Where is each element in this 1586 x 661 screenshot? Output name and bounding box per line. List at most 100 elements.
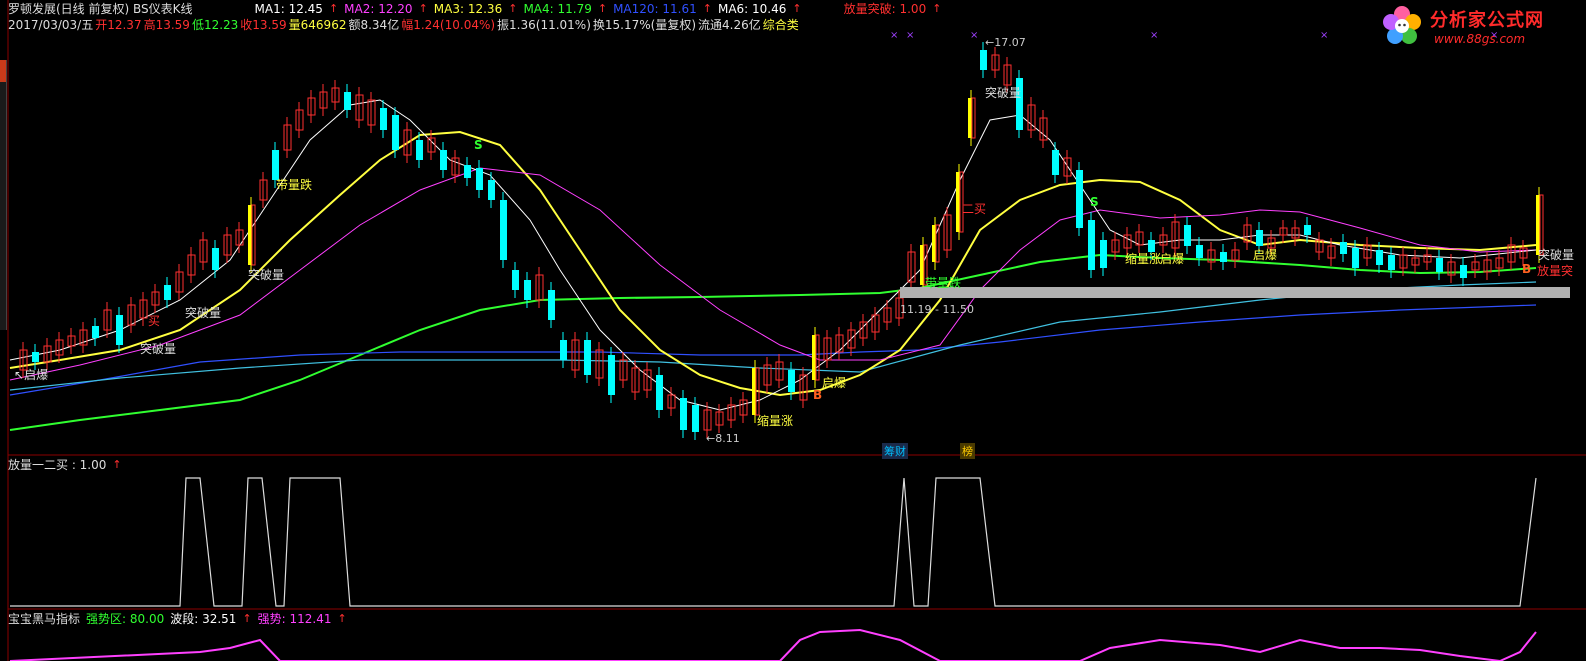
candle-body — [788, 370, 795, 392]
panel3-strong-line — [9, 628, 1537, 661]
up-arrow-icon: ↑ — [597, 2, 608, 15]
label-b-2: B — [1522, 262, 1532, 276]
ma2-line — [9, 167, 1537, 381]
candle-body — [1100, 240, 1107, 268]
ma1-line — [9, 99, 1537, 411]
quote-bar: 2017/03/03/五 开12.37 高13.59 低12.23 收13.59… — [8, 18, 799, 32]
chart-header: 罗顿发展(日线 前复权) BS仪表K线 MA1: 12.45 ↑ MA2: 12.… — [8, 2, 941, 16]
candle-body — [971, 97, 976, 139]
high-price-marker: ←17.07 — [985, 36, 1026, 49]
label-mai-2: 二买 — [962, 202, 987, 216]
label-b-1: B — [813, 388, 823, 402]
quote-high: 高13.59 — [143, 18, 190, 32]
low-price-marker: ←8.11 — [706, 432, 740, 445]
candle-body — [584, 340, 591, 375]
ma1-label: MA1: 12.45 — [254, 2, 323, 16]
up-arrow-icon: ↑ — [328, 2, 339, 15]
candle-body — [392, 115, 399, 150]
kline-chart-canvas: × × × × × × — [7, 0, 1586, 661]
candle-body — [1376, 250, 1383, 265]
candle-body — [656, 375, 663, 410]
ma120-label: MA120: 11.61 — [613, 2, 697, 16]
label-tupoliang-4: 突破量 — [985, 86, 1022, 100]
candle-body — [608, 355, 615, 395]
label-daiwangdie-2: 带量跌 — [925, 276, 962, 290]
candle-body — [1436, 258, 1443, 272]
candle-body — [251, 204, 256, 266]
panel3-zone: 强势区: 80.00 — [86, 612, 165, 626]
candle-body — [32, 352, 39, 362]
site-logo[interactable]: 分析家公式网 www.88gs.com — [1378, 2, 1578, 50]
x-marker-icon: × — [906, 30, 914, 41]
label-s-1: S — [474, 138, 483, 152]
candle-body — [692, 405, 699, 432]
up-arrow-icon: ↑ — [242, 612, 252, 625]
label-qibao-3: 启爆 — [1160, 252, 1185, 266]
label-tupoliang-1: 突破量 — [140, 342, 177, 356]
candle-body — [815, 334, 820, 381]
signal-label: 放量突破: 1.00 — [843, 2, 927, 16]
sidebar-tab-active[interactable] — [0, 60, 6, 82]
up-arrow-icon: ↑ — [112, 458, 122, 471]
candle-body — [488, 180, 495, 200]
panel3-name: 宝宝黑马指标 — [8, 612, 81, 626]
candle-body — [164, 285, 171, 300]
x-marker-icon: × — [1150, 30, 1158, 41]
quote-date: 2017/03/03/五 — [8, 18, 94, 32]
quote-turnover: 换15.17%(量复权) — [592, 18, 697, 32]
left-sidebar[interactable] — [0, 60, 7, 330]
tag-bang[interactable]: 榜 — [960, 443, 975, 459]
label-s-2: S — [1090, 195, 1099, 209]
ma6-line — [9, 281, 1537, 391]
up-arrow-icon: ↑ — [508, 2, 518, 15]
panel3-strong: 强势: 112.41 — [257, 612, 332, 626]
candle-body — [1220, 252, 1227, 262]
candle-body — [560, 340, 567, 360]
candle-body — [500, 200, 507, 260]
candle-body — [344, 92, 351, 110]
label-tupoliang-2: 突破量 — [185, 306, 222, 320]
candle-body — [920, 245, 923, 285]
candle-body — [932, 225, 935, 262]
ma2-label: MA2: 12.20 — [344, 2, 413, 16]
up-arrow-icon: ↑ — [932, 2, 942, 15]
candle-body — [980, 50, 987, 70]
label-mai-1: 买 — [148, 314, 161, 328]
up-arrow-icon: ↑ — [792, 2, 802, 15]
panel3-band: 波段: 32.51 — [170, 612, 237, 626]
candle-body — [548, 290, 555, 320]
candle-body — [248, 205, 251, 265]
panel2-header: 放量一二买 : 1.00 ↑ — [8, 458, 122, 472]
quote-amount: 额8.34亿 — [348, 18, 400, 32]
candle-body — [968, 98, 971, 138]
ma120-line — [9, 304, 1537, 396]
candle-body — [1460, 265, 1467, 278]
tag-cai[interactable]: 筹财 — [882, 443, 908, 459]
candle-body — [380, 108, 387, 130]
ma3-label: MA3: 12.36 — [433, 2, 503, 16]
x-marker-icon: × — [970, 30, 978, 41]
candle-body — [464, 165, 471, 178]
candle-body — [1340, 242, 1347, 254]
candle-body — [440, 150, 447, 170]
quote-low: 低12.23 — [191, 18, 239, 32]
candle-body — [680, 398, 687, 430]
candle-body — [524, 280, 531, 300]
panel3-header: 宝宝黑马指标 强势区: 80.00 波段: 32.51 ↑ 强势: 112.41 ↑ — [8, 612, 347, 626]
logo-url: www.88gs.com — [1434, 32, 1526, 46]
ma4-line — [9, 253, 1537, 431]
quote-change: 幅1.24(10.04%) — [401, 18, 496, 32]
x-marker-icon: × — [890, 30, 898, 41]
candle-body — [1076, 170, 1083, 228]
label-qibao-2: 启爆 — [822, 376, 847, 390]
candle-body — [512, 270, 519, 290]
candle-body — [1088, 220, 1095, 270]
candle-body — [956, 172, 959, 232]
range-label: 11.19 - 11.50 — [900, 303, 974, 316]
quote-close: 收13.59 — [240, 18, 287, 32]
candle-body — [1304, 225, 1311, 235]
quote-swing: 振1.36(11.01%) — [497, 18, 591, 32]
panel2-label: 放量一二买 : 1.00 — [8, 458, 107, 472]
label-tupoliang-5: 突破量 — [1538, 248, 1575, 262]
candle-body — [1052, 150, 1059, 175]
